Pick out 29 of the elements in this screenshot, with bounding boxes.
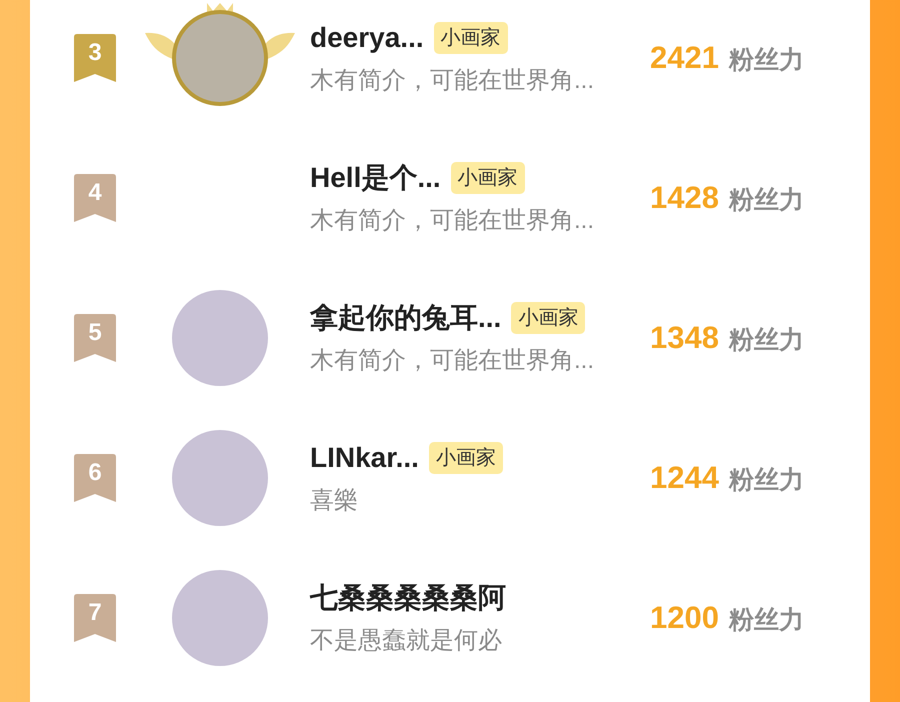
level-tag: 小画家 [428, 442, 503, 474]
level-tag: 小画家 [511, 302, 586, 334]
fan-score: 1244 [650, 458, 719, 497]
level-tag: 小画家 [450, 162, 525, 194]
rank-number: 6 [87, 458, 103, 488]
level-tag: 小画家 [434, 22, 508, 54]
rank-number: 3 [87, 38, 103, 68]
user-bio: 木有简介，可能在世界角... [310, 206, 596, 236]
fan-score-unit: 粉丝力 [728, 464, 804, 496]
user-bio: 木有简介，可能在世界角... [310, 346, 596, 376]
rank-number: 4 [87, 178, 103, 208]
user-bio: 喜樂 [310, 486, 359, 516]
fan-score-unit: 粉丝力 [728, 184, 804, 216]
user-name[interactable]: 七桑桑桑桑桑阿 [310, 577, 506, 619]
user-name[interactable]: 拿起你的兔耳... [310, 297, 502, 339]
fan-score: 2421 [650, 38, 719, 77]
fan-score-unit: 粉丝力 [728, 604, 804, 636]
user-bio: 不是愚蠢就是何必 [310, 626, 503, 656]
fan-score-unit: 粉丝力 [728, 44, 804, 76]
user-name[interactable]: deerya... [310, 17, 424, 59]
fan-score-unit: 粉丝力 [728, 324, 804, 356]
rank-number: 5 [87, 318, 103, 348]
fan-score: 1428 [650, 178, 719, 217]
user-bio: 木有简介，可能在世界角... [310, 66, 596, 96]
rank-number: 7 [87, 598, 103, 628]
fan-score: 1348 [650, 318, 719, 357]
user-name[interactable]: Hell是个... [310, 157, 441, 199]
user-name[interactable]: LINkar... [310, 437, 419, 479]
fan-score: 1200 [650, 598, 719, 637]
